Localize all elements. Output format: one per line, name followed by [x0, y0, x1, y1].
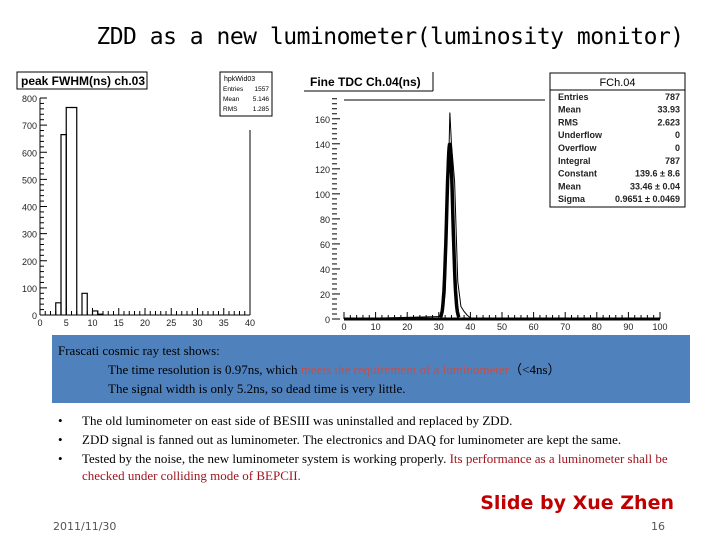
x-tick-label: 25 [166, 318, 176, 328]
histogram-bar [81, 292, 88, 315]
stats-label: Constant [558, 169, 597, 179]
x-tick-label: 30 [192, 318, 202, 328]
x-tick-label: 80 [592, 322, 602, 332]
y-tick-label: 40 [320, 265, 330, 275]
stats-label: RMS [558, 117, 578, 127]
stats-value: 787 [665, 92, 680, 102]
x-tick-label: 30 [434, 322, 444, 332]
y-tick-label: 600 [22, 148, 37, 158]
y-tick-label: 20 [320, 290, 330, 300]
stats-value: 33.46 ± 0.04 [630, 181, 680, 191]
stats-value: 0.9651 ± 0.0469 [615, 194, 680, 204]
stats-label: RMS [223, 106, 238, 113]
stats-label: Entries [223, 86, 244, 93]
y-tick-label: 120 [315, 165, 330, 175]
x-tick-label: 100 [652, 322, 667, 332]
time-resolution-text: The time resolution is 0.97ns, which [108, 362, 301, 377]
x-tick-label: 20 [140, 318, 150, 328]
stats-value: 33.93 [657, 105, 680, 115]
x-tick-label: 0 [37, 318, 42, 328]
requirement-limit: （<4ns） [509, 362, 561, 377]
bullet-list: • The old luminometer on east side of BES… [58, 412, 698, 486]
stats-label: Entries [558, 92, 589, 102]
stats-value: 5.146 [253, 96, 270, 103]
requirement-highlight: meets the requirement of a luminometer [300, 362, 510, 377]
bullet-text: ZDD signal is fanned out as luminometer.… [82, 432, 622, 447]
slide-date: 2011/11/30 [53, 520, 117, 533]
slide-credit: Slide by Xue Zhen [480, 492, 674, 514]
stats-value: 0 [675, 143, 680, 153]
chart-title: peak FWHM(ns) ch.03 [21, 74, 145, 88]
y-tick-label: 500 [22, 175, 37, 185]
histogram-bar [55, 302, 62, 315]
stats-value: 787 [665, 156, 680, 166]
y-tick-label: 60 [320, 240, 330, 250]
x-tick-label: 5 [64, 318, 69, 328]
stats-label: Overflow [558, 143, 598, 153]
bullet-item: • ZDD signal is fanned out as luminometer… [58, 431, 698, 448]
x-tick-label: 60 [529, 322, 539, 332]
x-tick-label: 50 [497, 322, 507, 332]
stats-label: Mean [223, 96, 240, 103]
stats-value: 1.285 [253, 106, 270, 113]
stats-label: Mean [558, 181, 581, 191]
fine-tdc-histogram: Fine TDC Ch.04(ns)0204060801001201401600… [304, 72, 686, 332]
stats-label: Sigma [558, 194, 586, 204]
results-heading: Frascati cosmic ray test shows: [58, 343, 220, 358]
page-number: 16 [651, 520, 665, 533]
time-resolution-line: The time resolution is 0.97ns, which mee… [58, 360, 684, 379]
x-tick-label: 20 [402, 322, 412, 332]
x-tick-label: 15 [114, 318, 124, 328]
stats-name: FCh.04 [599, 77, 635, 89]
y-tick-label: 400 [22, 203, 37, 213]
bullet-text: The old luminometer on east side of BESI… [82, 413, 513, 428]
bullet-marker: • [58, 413, 63, 428]
stats-value: 139.6 ± 8.6 [635, 169, 680, 179]
y-tick-label: 100 [315, 190, 330, 200]
y-tick-label: 100 [22, 284, 37, 294]
x-tick-label: 40 [245, 318, 255, 328]
x-tick-label: 10 [87, 318, 97, 328]
y-tick-label: 80 [320, 215, 330, 225]
y-tick-label: 700 [22, 121, 37, 131]
chart-title: Fine TDC Ch.04(ns) [310, 75, 421, 89]
x-tick-label: 70 [560, 322, 570, 332]
x-tick-label: 0 [341, 322, 346, 332]
bullet-item: • The old luminometer on east side of BES… [58, 412, 698, 429]
histogram-bar [65, 106, 78, 315]
stats-value: 1557 [255, 86, 270, 93]
y-tick-label: 140 [315, 140, 330, 150]
bullet-text: Tested by the noise, the new luminometer… [82, 451, 450, 466]
stats-label: Underflow [558, 130, 603, 140]
x-tick-label: 35 [219, 318, 229, 328]
stats-name: hpkWid03 [224, 76, 255, 83]
signal-width-line: The signal width is only 5.2ns, so dead … [108, 381, 406, 396]
y-tick-label: 160 [315, 115, 330, 125]
y-tick-label: 800 [22, 94, 37, 104]
stats-label: Mean [558, 105, 581, 115]
slide-title: ZDD as a new luminometer(luminosity moni… [96, 24, 684, 50]
x-tick-label: 40 [465, 322, 475, 332]
bullet-item: • Tested by the noise, the new luminomete… [58, 450, 698, 484]
bullet-marker: • [58, 432, 63, 447]
x-tick-label: 90 [623, 322, 633, 332]
y-tick-label: 0 [32, 311, 37, 321]
histogram-bar [91, 310, 99, 315]
stats-value: 2.623 [657, 117, 680, 127]
bullet-marker: • [58, 451, 63, 466]
stats-label: Integral [558, 156, 591, 166]
x-tick-label: 10 [371, 322, 381, 332]
fwhm-histogram: peak FWHM(ns) ch.03010020030040050060070… [16, 71, 273, 328]
y-tick-label: 200 [22, 257, 37, 267]
histogram-bar [60, 134, 67, 315]
y-tick-label: 0 [325, 315, 330, 325]
results-box: Frascati cosmic ray test shows: The time… [52, 335, 690, 403]
stats-value: 0 [675, 130, 680, 140]
y-tick-label: 300 [22, 230, 37, 240]
